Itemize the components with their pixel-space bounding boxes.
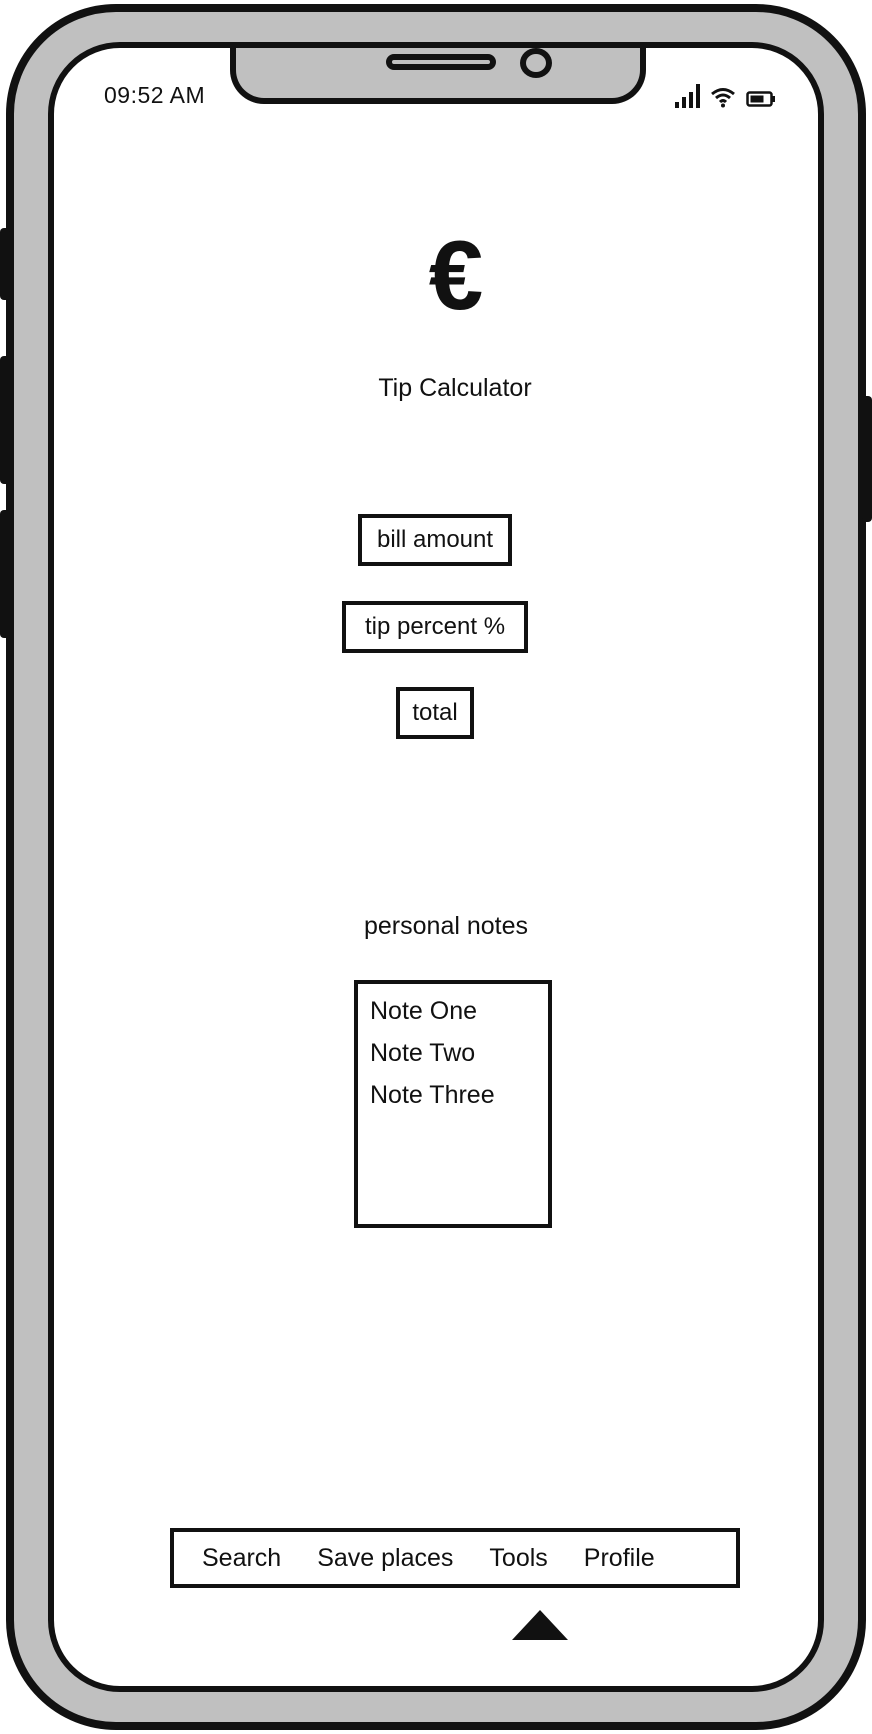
signal-icon xyxy=(675,84,700,108)
volume-down-button xyxy=(0,510,10,638)
notes-label: personal notes xyxy=(364,912,529,940)
total-field[interactable]: total xyxy=(396,687,474,739)
list-item[interactable]: Note Three xyxy=(370,1074,548,1116)
notes-list[interactable]: Note One Note Two Note Three xyxy=(354,980,552,1228)
speaker-icon xyxy=(386,54,496,70)
status-icons xyxy=(675,78,776,108)
mute-switch xyxy=(0,228,10,300)
nav-item-tools[interactable]: Tools xyxy=(489,1544,547,1573)
tip-percent-input[interactable]: tip percent % xyxy=(342,601,528,653)
euro-icon: € xyxy=(428,220,484,330)
nav-item-search[interactable]: Search xyxy=(202,1544,281,1573)
volume-up-button xyxy=(0,356,10,484)
page-title: Tip Calculator xyxy=(378,374,532,402)
list-item[interactable]: Note One xyxy=(370,990,548,1032)
list-item[interactable]: Note Two xyxy=(370,1032,548,1074)
power-button xyxy=(862,396,872,522)
bottom-nav: Search Save places Tools Profile xyxy=(170,1528,740,1588)
bill-amount-input[interactable]: bill amount xyxy=(358,514,512,566)
notch xyxy=(230,48,646,104)
status-time: 09:52 AM xyxy=(104,82,206,108)
caret-up-icon[interactable] xyxy=(512,1610,568,1640)
camera-icon xyxy=(520,48,552,78)
battery-icon xyxy=(746,91,775,107)
nav-item-save-places[interactable]: Save places xyxy=(317,1544,453,1573)
nav-item-profile[interactable]: Profile xyxy=(584,1544,655,1573)
wifi-icon xyxy=(711,88,735,108)
phone-screen: 09:52 AM € Tip Calculator bill amount ti… xyxy=(48,42,824,1692)
